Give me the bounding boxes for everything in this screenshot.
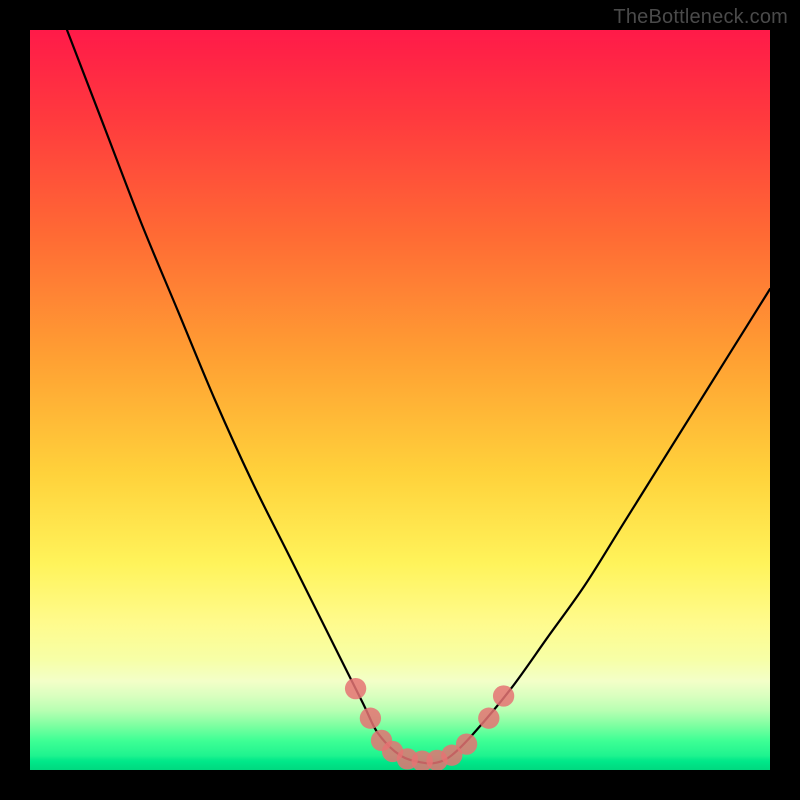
watermark-text: TheBottleneck.com bbox=[613, 6, 788, 29]
plot-gradient-background bbox=[30, 30, 770, 770]
plot-green-baseline bbox=[30, 756, 770, 770]
chart-frame: TheBottleneck.com bbox=[0, 0, 800, 800]
